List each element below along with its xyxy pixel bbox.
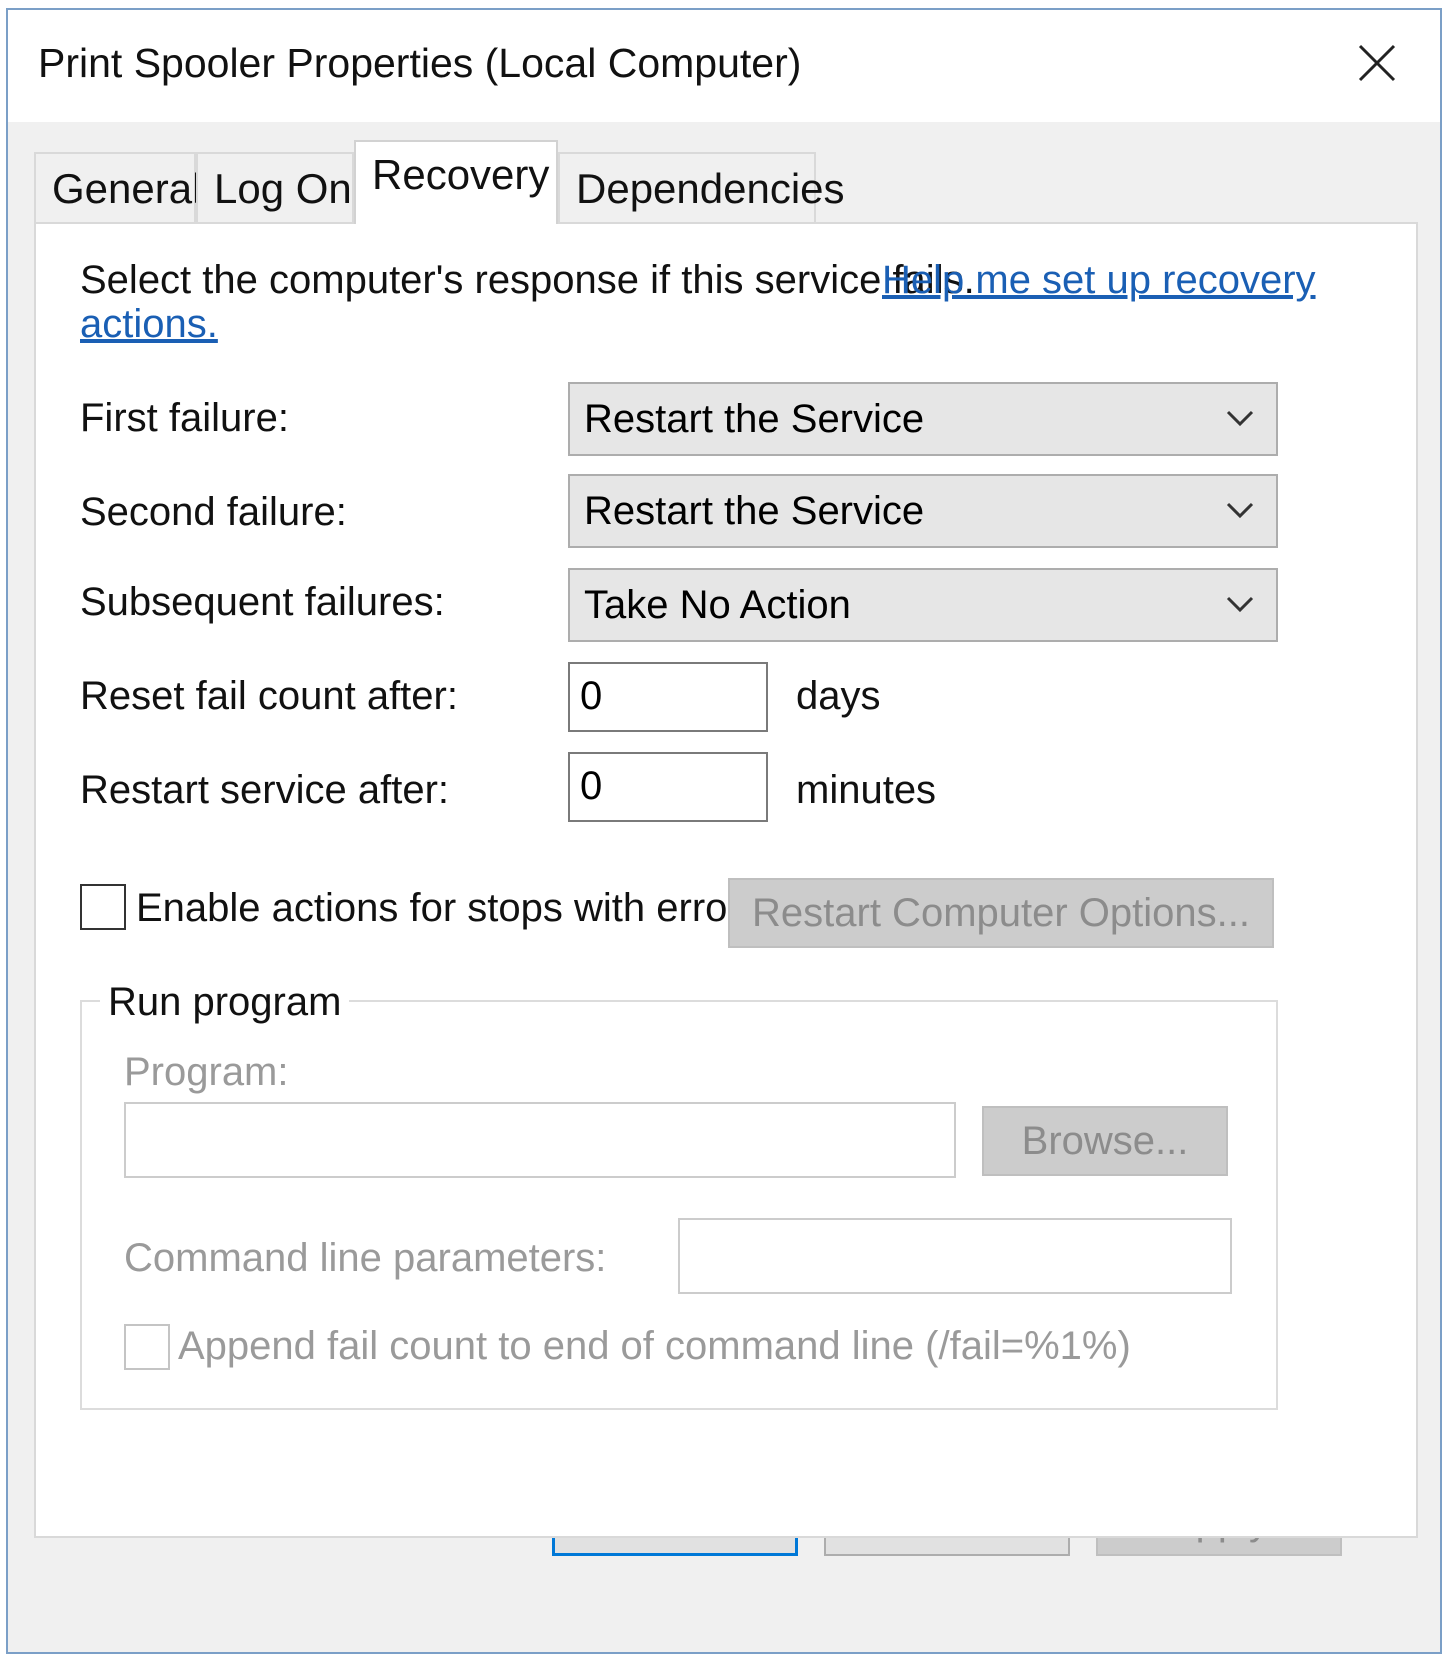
tab-log-on[interactable]: Log On (196, 152, 354, 222)
second-failure-label: Second failure: (80, 490, 347, 534)
subsequent-failures-value: Take No Action (584, 583, 851, 627)
help-link-continued[interactable]: actions. (80, 302, 218, 347)
dialog-body: General Log On Recovery Dependencies Sel… (8, 122, 1440, 1652)
chevron-down-icon (1226, 502, 1254, 519)
program-label: Program: (124, 1050, 289, 1094)
run-program-title: Run program (100, 980, 350, 1025)
first-failure-value: Restart the Service (584, 397, 925, 441)
window-title: Print Spooler Properties (Local Computer… (38, 40, 802, 86)
restart-computer-options-button[interactable]: Restart Computer Options... (728, 878, 1274, 948)
close-icon (1358, 44, 1396, 82)
first-failure-select[interactable]: Restart the Service (568, 382, 1278, 456)
first-failure-label: First failure: (80, 396, 289, 440)
command-line-input[interactable] (678, 1218, 1232, 1294)
chevron-down-icon (1226, 596, 1254, 613)
enable-actions-label: Enable actions for stops with errors. (136, 886, 772, 930)
browse-button[interactable]: Browse... (982, 1106, 1228, 1176)
program-input[interactable] (124, 1102, 956, 1178)
second-failure-select[interactable]: Restart the Service (568, 474, 1278, 548)
close-button[interactable] (1340, 28, 1412, 100)
command-line-label: Command line parameters: (124, 1236, 607, 1280)
dialog-window: Print Spooler Properties (Local Computer… (6, 8, 1442, 1654)
restart-service-input[interactable]: 0 (568, 752, 768, 822)
reset-fail-count-unit: days (796, 674, 881, 718)
second-failure-value: Restart the Service (584, 489, 925, 533)
tab-general[interactable]: General (34, 152, 201, 222)
restart-service-unit: minutes (796, 768, 937, 812)
tab-dependencies[interactable]: Dependencies (558, 152, 845, 222)
enable-actions-checkbox[interactable] (80, 884, 126, 930)
tab-recovery[interactable]: Recovery (354, 140, 558, 224)
append-fail-count-checkbox[interactable] (124, 1324, 170, 1370)
restart-service-label: Restart service after: (80, 768, 450, 812)
reset-fail-count-label: Reset fail count after: (80, 674, 458, 718)
chevron-down-icon (1226, 410, 1254, 427)
help-link[interactable]: Help me set up recovery (882, 258, 1316, 303)
subsequent-failures-select[interactable]: Take No Action (568, 568, 1278, 642)
intro-text: Select the computer's response if this s… (80, 258, 975, 302)
append-fail-count-label: Append fail count to end of command line… (178, 1324, 1131, 1368)
recovery-panel: Select the computer's response if this s… (34, 222, 1418, 1538)
subsequent-failures-label: Subsequent failures: (80, 580, 445, 624)
title-bar: Print Spooler Properties (Local Computer… (8, 10, 1440, 122)
reset-fail-count-input[interactable]: 0 (568, 662, 768, 732)
